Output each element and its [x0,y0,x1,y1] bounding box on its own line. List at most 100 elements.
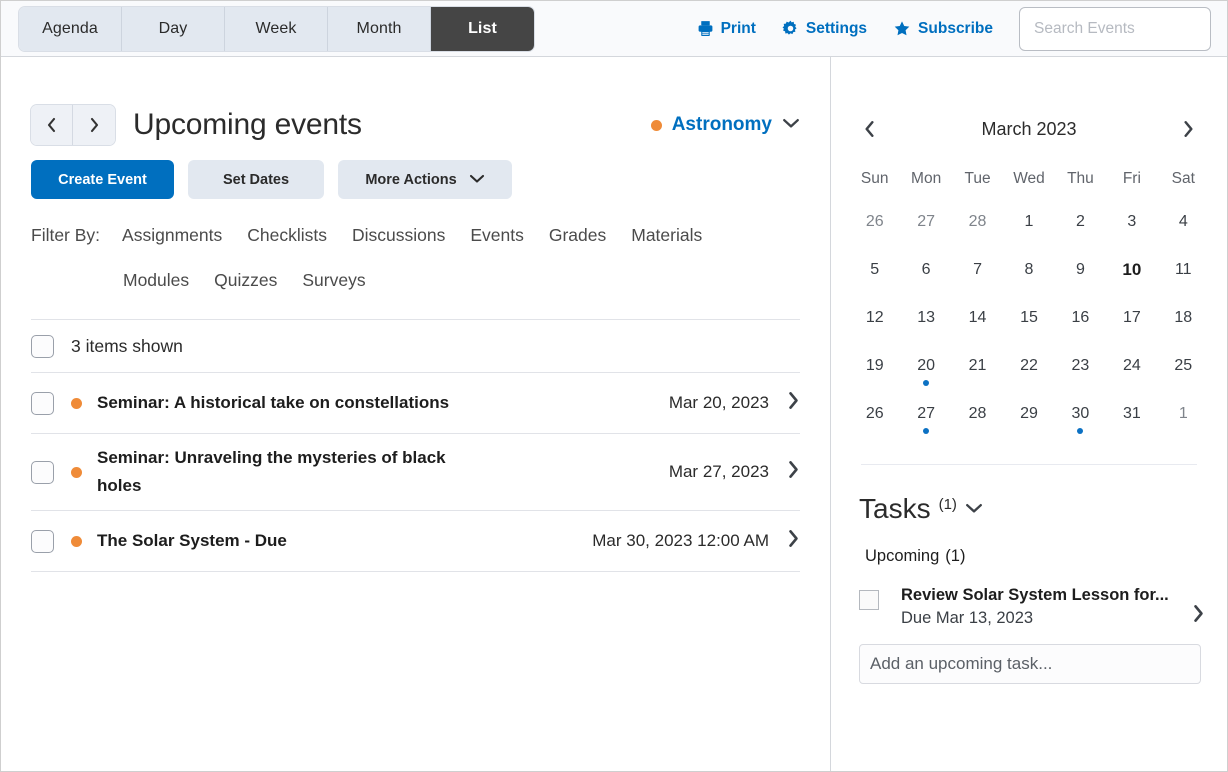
calendar-day-cell[interactable]: 2 [1055,198,1106,246]
calendar-day-cell[interactable]: 22 [1003,342,1054,390]
event-checkbox[interactable] [31,460,54,484]
calendar-day-cell[interactable]: 20 [900,342,951,390]
calendar-day-cell[interactable]: 21 [952,342,1003,390]
select-all-checkbox[interactable] [31,334,54,358]
chevron-right-icon[interactable] [1192,604,1205,628]
chevron-right-icon[interactable] [787,460,800,484]
task-checkbox[interactable] [859,590,879,610]
calendar-day-cell[interactable]: 12 [849,294,900,342]
calendar-day-number: 2 [1075,213,1085,230]
chevron-right-icon[interactable] [787,391,800,415]
filter-item-materials[interactable]: Materials [631,225,702,246]
add-task-input[interactable] [868,653,1192,675]
printer-icon [697,20,714,37]
previous-period-button[interactable] [31,105,73,145]
calendar-day-cell[interactable]: 28 [952,390,1003,438]
calendar-weekday-sat: Sat [1171,170,1195,187]
event-date: Mar 27, 2023 [668,462,769,482]
calendar-day-number: 10 [1122,260,1142,279]
calendar-day-cell[interactable]: 16 [1055,294,1106,342]
print-button[interactable]: Print [697,20,756,38]
view-tab-group: Agenda Day Week Month List [19,6,534,51]
view-tab-list[interactable]: List [431,6,534,51]
calendar-day-cell[interactable]: 17 [1106,294,1157,342]
filter-item-events[interactable]: Events [470,225,524,246]
calendar-day-cell[interactable]: 28 [952,198,1003,246]
calendar-month-label: March 2023 [981,118,1077,139]
calendar-day-cell[interactable]: 4 [1158,198,1209,246]
task-row[interactable]: Review Solar System Lesson for... Due Mar… [849,566,1209,628]
calendar-day-cell[interactable]: 27 [900,390,951,438]
calendar-day-cell[interactable]: 5 [849,246,900,294]
chevron-down-icon[interactable] [965,501,983,519]
calendar-day-cell[interactable]: 24 [1106,342,1157,390]
calendar-previous-month-button[interactable] [863,120,893,138]
event-title: The Solar System - Due [97,531,287,551]
tasks-header[interactable]: Tasks (1) [849,465,1209,525]
gear-icon [782,20,799,37]
calendar-weekday-thu: Thu [1067,170,1094,187]
next-period-button[interactable] [73,105,115,145]
chevron-down-icon [782,116,800,134]
calendar-day-cell[interactable]: 31 [1106,390,1157,438]
calendar-day-cell[interactable]: 18 [1158,294,1209,342]
view-tab-agenda[interactable]: Agenda [19,6,122,51]
calendar-day-cell[interactable]: 27 [900,198,951,246]
calendar-day-cell[interactable]: 29 [1003,390,1054,438]
calendar-day-number: 26 [865,405,884,422]
filter-item-quizzes[interactable]: Quizzes [214,270,277,291]
filter-item-discussions[interactable]: Discussions [352,225,445,246]
view-tab-week[interactable]: Week [225,6,328,51]
calendar-day-cell[interactable]: 9 [1055,246,1106,294]
calendar-day-cell[interactable]: 19 [849,342,900,390]
calendar-day-cell[interactable]: 6 [900,246,951,294]
calendar-day-number: 29 [1020,405,1038,422]
search-input[interactable] [1032,18,1227,39]
filter-item-surveys[interactable]: Surveys [302,270,365,291]
calendar-day-cell[interactable]: 30 [1055,390,1106,438]
chevron-down-icon [469,172,485,188]
calendar-day-number: 14 [968,309,987,326]
view-tab-day[interactable]: Day [122,6,225,51]
calendar-day-number: 1 [1024,213,1034,230]
calendar-day-cell[interactable]: 26 [849,390,900,438]
calendar-day-cell[interactable]: 23 [1055,342,1106,390]
top-toolbar: Agenda Day Week Month List Print Setting… [1,1,1227,57]
calendar-day-cell[interactable]: 25 [1158,342,1209,390]
event-row[interactable]: The Solar System - Due Mar 30, 2023 12:00… [31,511,800,571]
event-row[interactable]: Seminar: A historical take on constellat… [31,373,800,433]
calendar-day-number: 4 [1178,213,1188,230]
calendar-day-number: 28 [968,213,987,230]
event-checkbox[interactable] [31,529,54,553]
calendar-day-cell[interactable]: 1 [1003,198,1054,246]
view-tab-month[interactable]: Month [328,6,431,51]
more-actions-button[interactable]: More Actions [338,160,512,199]
calendar-day-cell[interactable]: 26 [849,198,900,246]
calendar-day-cell[interactable]: 8 [1003,246,1054,294]
calendar-day-cell[interactable]: 14 [952,294,1003,342]
calendar-day-cell[interactable]: 3 [1106,198,1157,246]
settings-button[interactable]: Settings [782,20,867,38]
calendar-day-cell[interactable]: 11 [1158,246,1209,294]
calendar-event-indicator-dot [1077,428,1084,434]
filter-item-assignments[interactable]: Assignments [122,225,222,246]
filter-item-grades[interactable]: Grades [549,225,606,246]
search-events-box[interactable] [1019,6,1227,51]
calendar-day-cell[interactable]: 1 [1158,390,1209,438]
calendar-day-cell[interactable]: 15 [1003,294,1054,342]
course-selector[interactable]: Astronomy [650,114,800,136]
add-task-box[interactable] [859,644,1201,684]
subscribe-button[interactable]: Subscribe [893,20,993,38]
chevron-right-icon[interactable] [787,529,800,553]
event-checkbox[interactable] [31,391,54,415]
calendar-day-cell[interactable]: 7 [952,246,1003,294]
create-event-button[interactable]: Create Event [31,160,174,199]
filter-item-checklists[interactable]: Checklists [247,225,327,246]
event-row[interactable]: Seminar: Unraveling the mysteries of bla… [31,434,800,510]
set-dates-button[interactable]: Set Dates [188,160,324,199]
calendar-day-cell[interactable]: 13 [900,294,951,342]
calendar-day-cell[interactable]: 10 [1106,246,1157,294]
filter-item-modules[interactable]: Modules [123,270,189,291]
calendar-next-month-button[interactable] [1165,120,1195,138]
event-row-divider [31,571,800,573]
